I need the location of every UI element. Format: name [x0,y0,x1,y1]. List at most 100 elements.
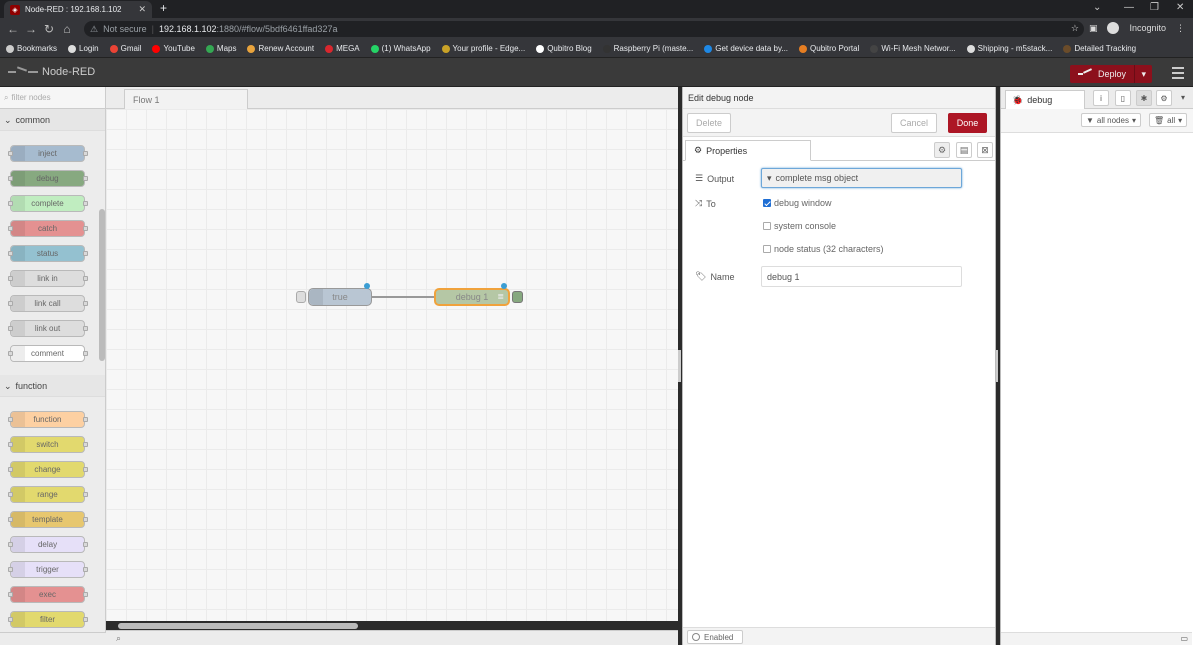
palette-node-complete[interactable]: complete [8,195,88,212]
appearance-icon[interactable]: ⊠ [977,142,993,158]
tag-icon: 🏷 [695,271,707,281]
debug-toggle-button[interactable] [512,291,523,303]
bookmark-item[interactable]: Wi-Fi Mesh Networ... [870,44,956,53]
tab-flow-1[interactable]: Flow 1 [124,89,248,109]
cancel-button[interactable]: Cancel [891,113,937,133]
bookmark-item[interactable]: Your profile - Edge... [441,44,525,53]
bookmark-item[interactable]: Raspberry Pi (maste... [602,44,693,53]
new-tab-button[interactable]: + [160,2,167,14]
flow-wire[interactable] [372,296,434,298]
palette-node-filter[interactable]: filter [8,611,88,628]
bookmark-item[interactable]: Login [68,44,99,53]
palette-node-status[interactable]: status [8,245,88,262]
forward-arrow-icon[interactable]: → [22,22,40,36]
bug-tab-icon[interactable]: ✱ [1136,90,1152,106]
resize-handle[interactable] [678,350,681,382]
system-console-checkbox[interactable]: system console [763,221,836,231]
tab-debug[interactable]: 🐞 debug [1005,90,1085,109]
delete-button[interactable]: Delete [687,113,731,133]
checkbox-checked[interactable] [763,199,771,207]
node-status-checkbox[interactable]: node status (32 characters) [763,244,884,254]
url-bar[interactable]: ⚠ Not secure | 192.168.1.102:1880/#flow/… [84,21,1084,37]
canvas-scrollbar[interactable] [118,623,358,629]
debug-node[interactable]: debug 1 ≣ [434,288,510,306]
bookmark-item[interactable]: Gmail [109,44,141,53]
minimize-icon[interactable]: — [1124,2,1134,13]
palette-node-debug[interactable]: debug [8,170,88,187]
back-arrow-icon[interactable]: ← [4,22,22,36]
done-button[interactable]: Done [948,113,987,133]
checkbox-unchecked[interactable] [763,222,771,230]
palette-filter-input[interactable]: ⌕ filter nodes [0,87,105,109]
deploy-button[interactable]: Deploy ▾ [1070,65,1152,83]
bookmark-item[interactable]: Bookmarks [6,44,57,53]
filter-nodes-button[interactable]: ▼ all nodes ▾ [1081,113,1141,127]
bookmark-item[interactable]: (1) WhatsApp [370,44,431,53]
palette-node-comment[interactable]: comment [8,345,88,362]
window-close-icon[interactable]: ✕ [1176,2,1184,13]
bookmark-item[interactable]: Renew Account [247,44,314,53]
checkbox-label: system console [774,221,837,231]
palette-category-common[interactable]: ⌄ common [0,109,105,131]
bookmark-item[interactable]: Shipping - m5stack... [966,44,1052,53]
palette-node-change[interactable]: change [8,461,88,478]
palette-node-catch[interactable]: catch [8,220,88,237]
bookmark-item[interactable]: Maps [205,44,236,53]
inject-node[interactable]: true [308,288,372,306]
browser-menu-icon[interactable]: ⋮ [1176,23,1185,34]
bookmark-star-icon[interactable]: ☆ [1071,23,1079,34]
main-menu-icon[interactable] [1172,67,1184,82]
node-type-icon [11,512,25,527]
incognito-avatar-icon[interactable] [1107,22,1120,34]
restore-icon[interactable]: ❐ [1150,2,1159,13]
bookmark-favicon-icon [441,44,450,53]
output-select[interactable]: ▾ complete msg object [761,168,962,188]
palette-node-switch[interactable]: switch [8,436,88,453]
clear-messages-button[interactable]: 🗑 all ▾ [1149,113,1188,127]
checkbox-unchecked[interactable] [763,245,771,253]
palette-node-link-call[interactable]: link call [8,295,88,312]
palette-node-label: status [36,249,59,258]
gear-icon[interactable]: ⚙ [1156,90,1172,106]
palette-node-exec[interactable]: exec [8,586,88,603]
home-icon[interactable]: ⌂ [58,22,76,36]
bookmark-item[interactable]: Detailed Tracking [1063,44,1136,53]
chevron-down-icon[interactable]: ▾ [1181,93,1185,102]
palette-node-delay[interactable]: delay [8,536,88,553]
monitor-icon[interactable]: ▭ [1180,634,1188,643]
name-input[interactable]: debug 1 [761,266,962,287]
search-icon[interactable]: ⌕ [116,633,121,644]
palette-node-trigger[interactable]: trigger [8,561,88,578]
book-icon[interactable]: ▯ [1115,90,1131,106]
reload-icon[interactable]: ↻ [40,22,58,36]
description-icon[interactable]: ▤ [956,142,972,158]
palette-node-function[interactable]: function [8,411,88,428]
bookmark-item[interactable]: MEGA [325,44,360,53]
close-tab-icon[interactable]: ✕ [138,4,146,15]
debug-window-checkbox[interactable]: debug window [763,198,832,208]
bookmark-item[interactable]: YouTube [152,44,195,53]
inject-trigger-button[interactable] [296,291,306,303]
palette-node-range[interactable]: range [8,486,88,503]
palette-node-template[interactable]: template [8,511,88,528]
flow-canvas[interactable] [106,109,678,621]
node-settings-gear-icon[interactable]: ⚙ [934,142,950,158]
palette-node-link-in[interactable]: link in [8,270,88,287]
info-icon[interactable]: i [1093,90,1109,106]
node-red-header: Node-RED Deploy ▾ [0,58,1193,87]
sidebar-footer: ▭ [1001,632,1192,645]
deploy-options-caret-icon[interactable]: ▾ [1134,65,1152,83]
tab-search-chevron-icon[interactable]: ⌄ [1093,2,1101,13]
bookmark-item[interactable]: Get device data by... [704,44,788,53]
bookmark-item[interactable]: Qubitro Portal [799,44,859,53]
sidebar-resize-handle[interactable] [996,350,998,382]
palette-node-link-out[interactable]: link out [8,320,88,337]
palette-scrollbar[interactable] [99,209,105,361]
side-panel-icon[interactable]: ▣ [1089,23,1098,34]
bookmark-item[interactable]: Qubitro Blog [536,44,592,53]
browser-tab[interactable]: ◈ Node-RED : 192.168.1.102 ✕ [4,1,152,18]
enabled-toggle[interactable]: Enabled [687,630,743,644]
palette-category-function[interactable]: ⌄ function [0,375,105,397]
tab-properties[interactable]: ⚙ Properties [685,140,811,161]
palette-node-inject[interactable]: inject [8,145,88,162]
